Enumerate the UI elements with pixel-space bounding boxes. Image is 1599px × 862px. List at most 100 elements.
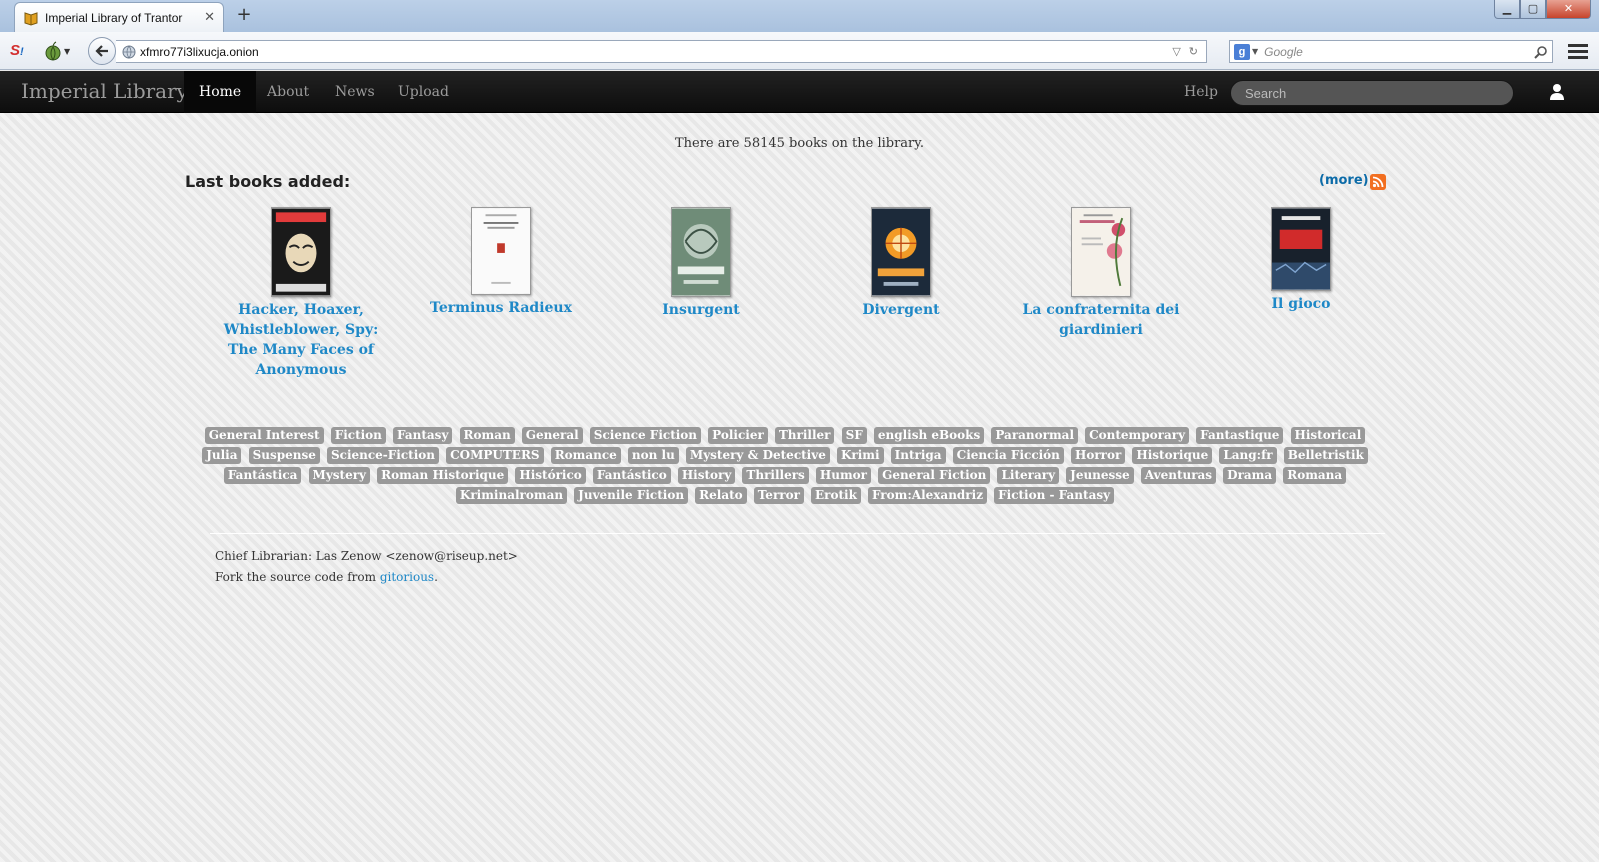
book-item: Terminus Radieux [421, 207, 581, 318]
tag-link[interactable]: Drama [1223, 467, 1277, 484]
tag-link[interactable]: Thrillers [742, 467, 809, 484]
new-tab-plus-icon[interactable]: + [234, 4, 254, 26]
tag-link[interactable]: Fantasy [393, 427, 453, 444]
nav-link-news[interactable]: News [320, 71, 390, 113]
tag-link[interactable]: Krimi [836, 447, 884, 464]
tag-link[interactable]: Fiction [330, 427, 386, 444]
tag-link[interactable]: From:Alexandriz [868, 487, 988, 504]
tag-link[interactable]: Lang:fr [1219, 447, 1277, 464]
tag-link[interactable]: COMPUTERS [446, 447, 544, 464]
tab-close-icon[interactable]: ✕ [204, 10, 215, 25]
tag-link[interactable]: Ciencia Ficción [952, 447, 1064, 464]
book-favicon-icon [24, 11, 38, 26]
book-title-link[interactable]: Il gioco [1221, 294, 1381, 314]
tag-link[interactable]: Juvenile Fiction [574, 487, 689, 504]
chevron-down-icon[interactable]: ▼ [1252, 47, 1258, 56]
tag-link[interactable]: Paranormal [991, 427, 1078, 444]
tag-link[interactable]: Romance [550, 447, 621, 464]
tag-link[interactable]: Relato [695, 487, 747, 504]
tag-link[interactable]: Fantastique [1196, 427, 1284, 444]
tag-link[interactable]: Kriminalroman [455, 487, 568, 504]
tag-link[interactable]: Humor [815, 467, 871, 484]
window-maximize-button[interactable]: ▢ [1520, 0, 1546, 19]
tag-link[interactable]: Fantástica [223, 467, 302, 484]
book-cover-image[interactable] [1071, 207, 1131, 297]
last-books-heading: Last books added: [185, 172, 351, 191]
tag-link[interactable]: SF [841, 427, 867, 444]
reload-icon[interactable]: ↻ [1189, 45, 1198, 58]
gitorious-link[interactable]: gitorious [380, 570, 434, 584]
tag-link[interactable]: Suspense [248, 447, 320, 464]
nav-link-home[interactable]: Home [184, 71, 257, 113]
window-minimize-button[interactable]: ▁ [1494, 0, 1520, 19]
book-cover-image[interactable] [471, 207, 531, 295]
nav-link-about[interactable]: About [252, 71, 324, 113]
google-icon[interactable]: g [1234, 43, 1250, 60]
tag-link[interactable]: Aventuras [1140, 467, 1217, 484]
tag-link[interactable]: Mystery & Detective [685, 447, 830, 464]
hamburger-menu-icon[interactable] [1566, 41, 1590, 61]
search-icon[interactable] [1534, 45, 1548, 59]
book-cover-image[interactable] [871, 207, 931, 297]
tag-link[interactable]: Policier [708, 427, 768, 444]
tag-link[interactable]: Literary [997, 467, 1060, 484]
tag-link[interactable]: Romana [1283, 467, 1347, 484]
tag-link[interactable]: Histórico [515, 467, 586, 484]
tag-link[interactable]: Fantástico [592, 467, 671, 484]
url-dropdown-icon[interactable]: ▽ [1172, 45, 1180, 58]
tag-link[interactable]: Roman [459, 427, 515, 444]
book-title-link[interactable]: Hacker, Hoaxer, Whistleblower, Spy: The … [221, 300, 381, 380]
url-input[interactable] [140, 44, 1173, 59]
web-search-input[interactable] [1264, 44, 1534, 59]
tag-link[interactable]: Belletristik [1283, 447, 1368, 464]
tag-link[interactable]: General Fiction [878, 467, 991, 484]
tag-link[interactable]: Julia [202, 447, 242, 464]
tag-link[interactable]: Horror [1071, 447, 1126, 464]
tag-link[interactable]: Terror [753, 487, 804, 504]
nav-link-help[interactable]: Help [1169, 71, 1233, 113]
nav-link-upload[interactable]: Upload [383, 71, 464, 113]
tag-link[interactable]: History [677, 467, 736, 484]
tag-link[interactable]: General [521, 427, 583, 444]
tag-link[interactable]: Contemporary [1085, 427, 1190, 444]
tag-link[interactable]: Erotik [811, 487, 861, 504]
book-cover-image[interactable] [271, 207, 331, 297]
url-bar[interactable]: ▽ ↻ [116, 40, 1207, 63]
window-close-button[interactable]: ✕ [1546, 0, 1591, 19]
book-cover-image[interactable] [671, 207, 731, 297]
footer: Chief Librarian: Las Zenow <zenow@riseup… [215, 546, 518, 588]
tag-link[interactable]: Roman Historique [377, 467, 509, 484]
book-title-link[interactable]: Terminus Radieux [421, 298, 581, 318]
tag-link[interactable]: Science Fiction [589, 427, 702, 444]
web-search-box[interactable]: g ▼ [1229, 40, 1553, 63]
tag-link[interactable]: english eBooks [873, 427, 985, 444]
tab-title: Imperial Library of Trantor [45, 10, 183, 25]
back-button[interactable] [88, 37, 116, 65]
tag-link[interactable]: General Interest [204, 427, 324, 444]
tag-link[interactable]: Historical [1290, 427, 1366, 444]
more-link-wrapper: (more) [1319, 173, 1369, 188]
more-link[interactable]: more [1325, 173, 1363, 188]
noscript-s-icon[interactable]: S! [10, 42, 24, 59]
tag-link[interactable]: Intriga [890, 447, 946, 464]
browser-tab[interactable]: Imperial Library of Trantor ✕ [14, 2, 224, 32]
book-title-link[interactable]: Insurgent [621, 300, 781, 320]
site-search-input[interactable] [1230, 80, 1514, 106]
tag-link[interactable]: Fiction - Fantasy [994, 487, 1115, 504]
tag-link[interactable]: Jeunesse [1066, 467, 1134, 484]
tag-link[interactable]: non lu [627, 447, 679, 464]
chevron-down-icon: ▼ [64, 46, 71, 56]
rss-feed-icon[interactable] [1370, 174, 1386, 190]
librarian-credit: Chief Librarian: Las Zenow <zenow@riseup… [215, 549, 518, 563]
tag-link[interactable]: Mystery [308, 467, 371, 484]
book-title-link[interactable]: Divergent [821, 300, 981, 320]
site-brand[interactable]: Imperial Library [21, 79, 188, 103]
tag-link[interactable]: Science-Fiction [326, 447, 439, 464]
book-cover-image[interactable] [1271, 207, 1331, 291]
tag-link[interactable]: Historique [1132, 447, 1213, 464]
book-item: Divergent [821, 207, 981, 320]
book-title-link[interactable]: La confraternita dei giardinieri [1021, 300, 1181, 340]
tor-onion-button[interactable]: ▼ [44, 40, 76, 62]
tag-link[interactable]: Thriller [774, 427, 835, 444]
user-icon[interactable] [1548, 83, 1566, 101]
